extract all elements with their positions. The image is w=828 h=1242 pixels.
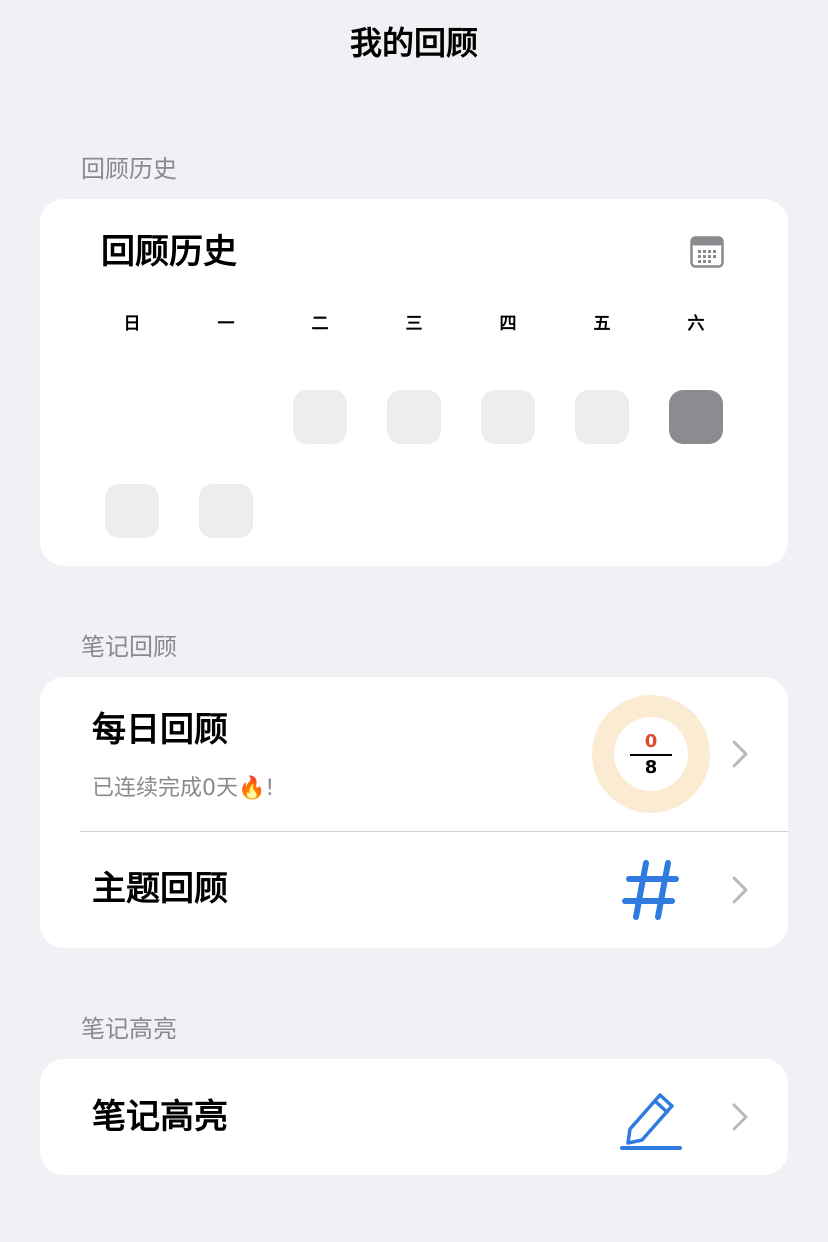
topic-review-title: 主题回顾 <box>92 869 228 909</box>
progress-fraction-line <box>630 754 672 756</box>
calendar-day-cell[interactable] <box>575 390 629 444</box>
daily-review-row[interactable]: 每日回顾 已连续完成0天🔥! 0 8 <box>40 677 788 831</box>
page-title: 我的回顾 <box>349 24 478 62</box>
highlight-card[interactable]: 笔记高亮 <box>40 1059 788 1175</box>
daily-progress-ring: 0 8 <box>592 695 710 813</box>
pen-icon <box>620 1085 682 1151</box>
hash-icon <box>620 857 680 923</box>
chevron-right-icon[interactable] <box>730 1102 750 1132</box>
history-card: 回顾历史 日 一 二 三 四 五 六 <box>40 199 788 566</box>
progress-ring-center: 0 8 <box>614 717 688 791</box>
daily-review-streak: 已连续完成0天🔥! <box>92 776 275 801</box>
daily-review-title: 每日回顾 <box>92 710 228 750</box>
weekday-tue: 二 <box>311 314 329 334</box>
calendar-day-cell[interactable] <box>199 484 253 538</box>
calendar-day-cell[interactable] <box>387 390 441 444</box>
calendar-icon[interactable] <box>690 236 724 268</box>
weekday-fri: 五 <box>593 314 611 334</box>
weekday-mon: 一 <box>217 314 235 334</box>
history-section-label: 回顾历史 <box>81 155 177 183</box>
highlight-title: 笔记高亮 <box>92 1097 228 1137</box>
progress-total-count: 8 <box>644 757 658 778</box>
notes-review-section-label: 笔记回顾 <box>81 633 177 661</box>
weekday-wed: 三 <box>405 314 423 334</box>
weekday-sun: 日 <box>123 314 141 334</box>
weekday-thu: 四 <box>499 314 517 334</box>
notes-review-card: 每日回顾 已连续完成0天🔥! 0 8 主题回顾 <box>40 677 788 948</box>
weekday-header: 日 一 二 三 四 五 六 <box>105 312 725 336</box>
history-card-title: 回顾历史 <box>101 232 237 272</box>
chevron-right-icon[interactable] <box>730 875 750 905</box>
chevron-right-icon[interactable] <box>730 739 750 769</box>
weekday-sat: 六 <box>687 314 705 334</box>
calendar-day-cell[interactable] <box>481 390 535 444</box>
calendar-day-cell[interactable] <box>293 390 347 444</box>
progress-done-count: 0 <box>644 731 658 752</box>
highlight-section-label: 笔记高亮 <box>81 1015 177 1043</box>
calendar-day-cell[interactable] <box>105 484 159 538</box>
calendar-day-cell-today[interactable] <box>669 390 723 444</box>
